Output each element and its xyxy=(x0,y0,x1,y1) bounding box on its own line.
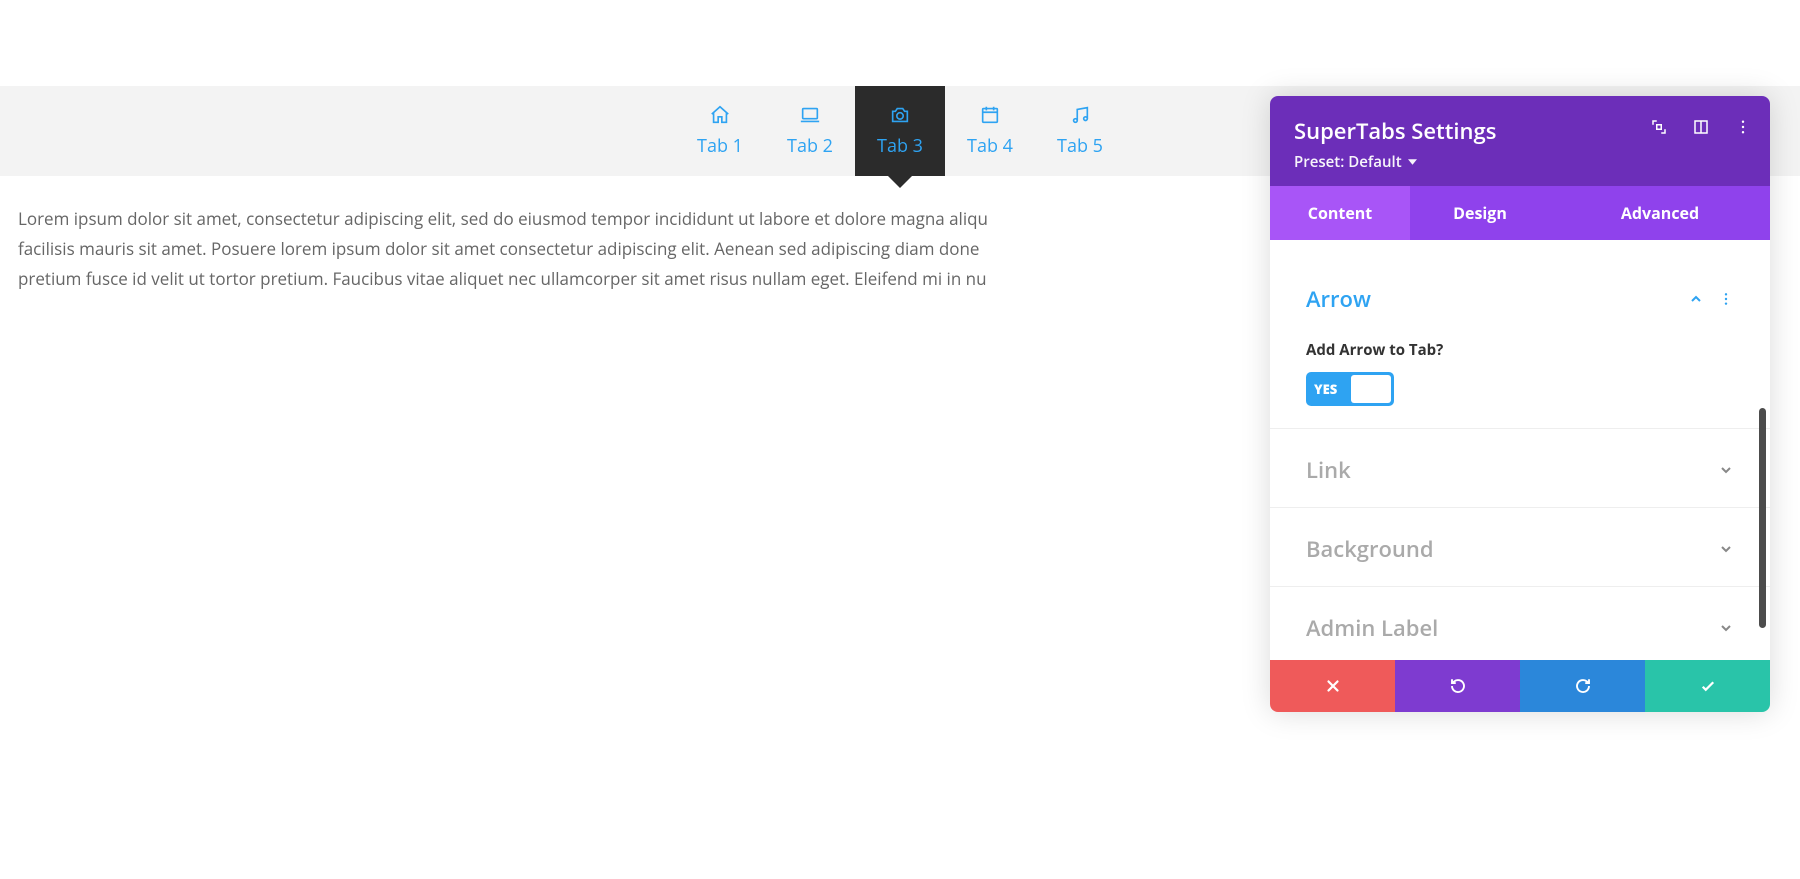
save-button[interactable] xyxy=(1645,660,1770,712)
section-admin-label: Admin Label xyxy=(1270,587,1770,660)
panel-tab-content[interactable]: Content xyxy=(1270,186,1410,240)
tab-label: Tab 1 xyxy=(697,134,743,158)
caret-down-icon xyxy=(1408,159,1417,165)
toggle-value: YES xyxy=(1314,380,1337,398)
field-label: Add Arrow to Tab? xyxy=(1306,340,1734,360)
panel-header: SuperTabs Settings Preset: Default xyxy=(1270,96,1770,186)
toggle-knob xyxy=(1351,375,1391,403)
section-background-header[interactable]: Background xyxy=(1306,534,1734,564)
tab-content-text: Lorem ipsum dolor sit amet, consectetur … xyxy=(0,176,1050,293)
tab-item-3[interactable]: Tab 3 xyxy=(855,86,945,176)
columns-icon[interactable] xyxy=(1692,118,1710,136)
section-title: Background xyxy=(1306,534,1434,564)
section-admin-label-header[interactable]: Admin Label xyxy=(1306,613,1734,643)
cancel-button[interactable] xyxy=(1270,660,1395,712)
panel-footer xyxy=(1270,660,1770,712)
section-title: Arrow xyxy=(1306,284,1371,314)
kebab-icon[interactable] xyxy=(1718,291,1734,307)
section-arrow-content: Add Arrow to Tab? YES xyxy=(1306,340,1734,406)
tab-item-4[interactable]: Tab 4 xyxy=(945,86,1035,176)
section-title: Link xyxy=(1306,455,1351,485)
panel-header-actions xyxy=(1650,118,1752,136)
preset-selector[interactable]: Preset: Default xyxy=(1294,152,1746,172)
section-background: Background xyxy=(1270,508,1770,587)
chevron-down-icon xyxy=(1718,541,1734,557)
expand-icon[interactable] xyxy=(1650,118,1668,136)
settings-panel: SuperTabs Settings Preset: Default Conte… xyxy=(1270,96,1770,712)
tab-item-1[interactable]: Tab 1 xyxy=(675,86,765,176)
tab-label: Tab 3 xyxy=(877,134,923,158)
tab-item-5[interactable]: Tab 5 xyxy=(1035,86,1125,176)
preset-label: Preset: Default xyxy=(1294,152,1402,172)
close-icon xyxy=(1324,677,1342,695)
home-icon xyxy=(709,104,731,126)
add-arrow-toggle[interactable]: YES xyxy=(1306,372,1394,406)
section-link-header[interactable]: Link xyxy=(1306,455,1734,485)
music-icon xyxy=(1069,104,1091,126)
panel-tabs: Content Design Advanced xyxy=(1270,186,1770,240)
kebab-icon[interactable] xyxy=(1734,118,1752,136)
panel-tab-design[interactable]: Design xyxy=(1410,186,1550,240)
tab-item-2[interactable]: Tab 2 xyxy=(765,86,855,176)
section-arrow: Arrow Add Arrow to Tab? YES xyxy=(1270,240,1770,429)
chevron-up-icon xyxy=(1688,291,1704,307)
tab-strip-inner: Tab 1 Tab 2 Tab 3 Tab 4 Tab 5 xyxy=(675,86,1125,176)
tab-label: Tab 2 xyxy=(787,134,833,158)
chevron-down-icon xyxy=(1718,620,1734,636)
undo-button[interactable] xyxy=(1395,660,1520,712)
redo-button[interactable] xyxy=(1520,660,1645,712)
section-arrow-header[interactable]: Arrow xyxy=(1306,284,1734,314)
calendar-icon xyxy=(979,104,1001,126)
section-title: Admin Label xyxy=(1306,613,1438,643)
undo-icon xyxy=(1449,677,1467,695)
laptop-icon xyxy=(799,104,821,126)
panel-body: Arrow Add Arrow to Tab? YES xyxy=(1270,240,1770,660)
check-icon xyxy=(1699,677,1717,695)
redo-icon xyxy=(1574,677,1592,695)
tab-label: Tab 4 xyxy=(967,134,1013,158)
section-link: Link xyxy=(1270,429,1770,508)
panel-tab-advanced[interactable]: Advanced xyxy=(1550,186,1770,240)
camera-icon xyxy=(889,104,911,126)
chevron-down-icon xyxy=(1718,462,1734,478)
tab-label: Tab 5 xyxy=(1057,134,1103,158)
